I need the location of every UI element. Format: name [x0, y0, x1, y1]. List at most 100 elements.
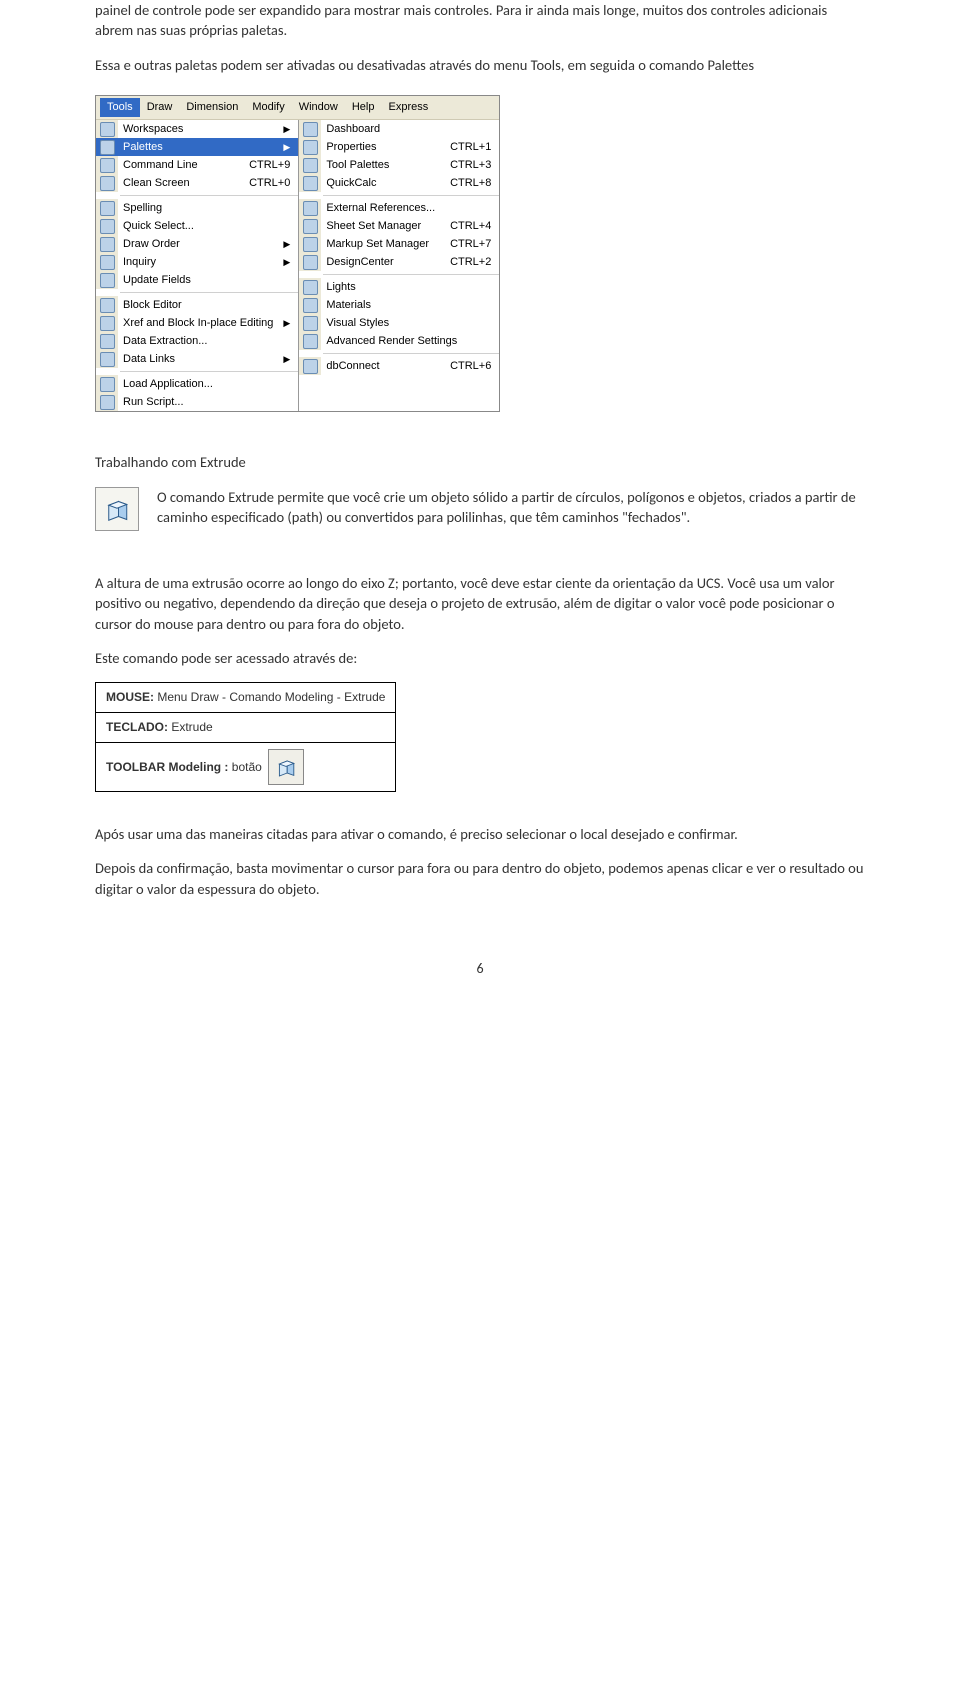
menu-item-label: Dashboard	[326, 122, 491, 137]
menu-item-icon	[96, 174, 118, 192]
tools-menu-item[interactable]: Spelling	[96, 199, 298, 217]
menu-item-shortcut: CTRL+9	[231, 158, 290, 173]
menu-item-icon	[299, 120, 321, 138]
menubar-item-draw[interactable]: Draw	[140, 98, 180, 117]
palettes-menu-item[interactable]: Lights	[299, 278, 499, 296]
menu-item-label: Materials	[326, 298, 491, 313]
menu-item-icon	[299, 156, 321, 174]
access-toolbar-value: botão	[228, 760, 261, 774]
palettes-menu-item[interactable]: Advanced Render Settings	[299, 332, 499, 350]
tools-menu-item[interactable]: Quick Select...	[96, 217, 298, 235]
palettes-menu-item[interactable]: dbConnectCTRL+6	[299, 357, 499, 375]
submenu-arrow-icon: ▶	[273, 141, 290, 154]
menu-item-icon	[96, 271, 118, 289]
menu-item-label: Draw Order	[123, 237, 273, 252]
palettes-menu-item[interactable]: Sheet Set ManagerCTRL+4	[299, 217, 499, 235]
menubar-item-express[interactable]: Express	[381, 98, 435, 117]
tools-menu-item[interactable]: Workspaces▶	[96, 120, 298, 138]
menubar-item-window[interactable]: Window	[292, 98, 345, 117]
tools-menu-item[interactable]: Clean ScreenCTRL+0	[96, 174, 298, 192]
menu-item-label: Update Fields	[123, 273, 290, 288]
palettes-menu-item[interactable]: Dashboard	[299, 120, 499, 138]
tools-menu-item[interactable]: Data Extraction...	[96, 332, 298, 350]
menu-item-icon	[96, 350, 118, 368]
tools-menu-item[interactable]: Load Application...	[96, 375, 298, 393]
menu-separator	[323, 353, 499, 354]
palettes-menu-item[interactable]: Tool PalettesCTRL+3	[299, 156, 499, 174]
tools-menu-item[interactable]: Run Script...	[96, 393, 298, 411]
menu-item-icon	[299, 174, 321, 192]
menu-item-icon	[96, 332, 118, 350]
menu-item-label: Sheet Set Manager	[326, 219, 432, 234]
palettes-menu-item[interactable]: Visual Styles	[299, 314, 499, 332]
menu-item-shortcut: CTRL+7	[432, 237, 491, 252]
menu-item-icon	[96, 253, 118, 271]
menu-item-label: Inquiry	[123, 255, 273, 270]
menu-item-label: Run Script...	[123, 395, 290, 410]
menu-item-label: DesignCenter	[326, 255, 432, 270]
tools-menu-item[interactable]: Block Editor	[96, 296, 298, 314]
access-keyboard-label: TECLADO:	[106, 720, 168, 734]
menu-separator	[323, 274, 499, 275]
menu-item-label: Block Editor	[123, 298, 290, 313]
menu-item-label: Properties	[326, 140, 432, 155]
menu-item-icon	[96, 199, 118, 217]
paragraph-after-activate: Após usar uma das maneiras citadas para …	[95, 824, 865, 844]
tools-menu-item[interactable]: Inquiry▶	[96, 253, 298, 271]
access-keyboard-value: Extrude	[168, 720, 213, 734]
menu-item-icon	[96, 156, 118, 174]
menu-item-icon	[96, 296, 118, 314]
menu-item-label: Spelling	[123, 201, 290, 216]
menubar-item-tools[interactable]: Tools	[100, 98, 140, 117]
menubar: Tools Draw Dimension Modify Window Help …	[96, 96, 499, 120]
access-toolbar-label: TOOLBAR Modeling :	[106, 760, 228, 774]
menubar-item-dimension[interactable]: Dimension	[179, 98, 245, 117]
extrude-icon	[95, 487, 139, 531]
menu-separator	[120, 371, 298, 372]
tools-menu-item[interactable]: Draw Order▶	[96, 235, 298, 253]
menu-item-label: dbConnect	[326, 359, 432, 374]
menu-item-label: Command Line	[123, 158, 231, 173]
submenu-arrow-icon: ▶	[273, 238, 290, 251]
extrude-description: O comando Extrude permite que você crie …	[157, 487, 865, 528]
menu-item-icon	[299, 235, 321, 253]
submenu-arrow-icon: ▶	[273, 317, 290, 330]
palettes-menu-item[interactable]: Markup Set ManagerCTRL+7	[299, 235, 499, 253]
submenu-arrow-icon: ▶	[273, 123, 290, 136]
tools-menu-item[interactable]: Data Links▶	[96, 350, 298, 368]
menu-item-label: Data Extraction...	[123, 334, 290, 349]
menubar-item-modify[interactable]: Modify	[245, 98, 291, 117]
menu-item-label: Visual Styles	[326, 316, 491, 331]
menu-item-label: QuickCalc	[326, 176, 432, 191]
menu-item-label: Load Application...	[123, 377, 290, 392]
paragraph-intro-2: Essa e outras paletas podem ser ativadas…	[95, 55, 865, 75]
palettes-menu-item[interactable]: PropertiesCTRL+1	[299, 138, 499, 156]
palettes-menu-item[interactable]: DesignCenterCTRL+2	[299, 253, 499, 271]
palettes-menu-item[interactable]: External References...	[299, 199, 499, 217]
menu-item-label: Xref and Block In-place Editing	[123, 316, 273, 331]
menu-item-label: Lights	[326, 280, 491, 295]
menu-item-icon	[299, 332, 321, 350]
menubar-item-help[interactable]: Help	[345, 98, 382, 117]
paragraph-access-intro: Este comando pode ser acessado através d…	[95, 648, 865, 668]
menu-separator	[120, 195, 298, 196]
menu-item-label: Quick Select...	[123, 219, 290, 234]
access-mouse-label: MOUSE:	[106, 690, 154, 704]
menu-item-label: Data Links	[123, 352, 273, 367]
palettes-menu-item[interactable]: Materials	[299, 296, 499, 314]
menu-item-shortcut: CTRL+0	[231, 176, 290, 191]
menu-item-icon	[299, 217, 321, 235]
palettes-menu-item[interactable]: QuickCalcCTRL+8	[299, 174, 499, 192]
menu-item-label: Tool Palettes	[326, 158, 432, 173]
tools-menu-item[interactable]: Xref and Block In-place Editing▶	[96, 314, 298, 332]
menu-item-icon	[96, 393, 118, 411]
tools-menu-item[interactable]: Palettes▶	[96, 138, 298, 156]
heading-working-extrude: Trabalhando com Extrude	[95, 452, 865, 472]
tools-menu-item[interactable]: Update Fields	[96, 271, 298, 289]
menu-item-label: Workspaces	[123, 122, 273, 137]
menu-item-icon	[96, 138, 118, 156]
menu-item-icon	[299, 253, 321, 271]
menu-item-shortcut: CTRL+8	[432, 176, 491, 191]
menu-item-icon	[96, 235, 118, 253]
tools-menu-item[interactable]: Command LineCTRL+9	[96, 156, 298, 174]
